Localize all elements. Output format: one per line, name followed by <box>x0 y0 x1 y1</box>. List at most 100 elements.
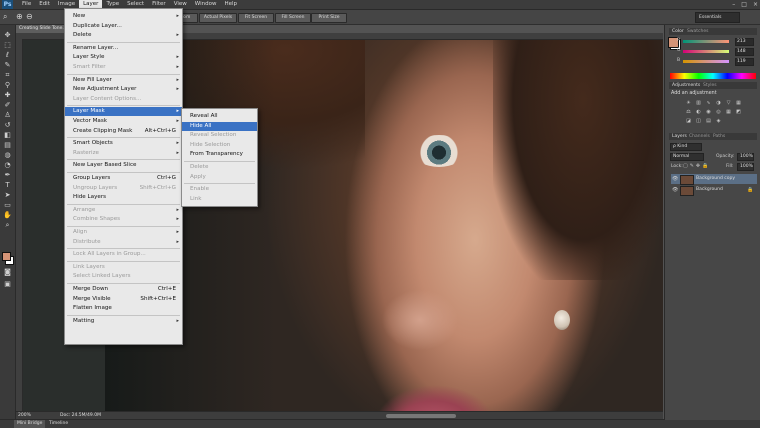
healing-tool-icon[interactable]: ✚ <box>3 91 12 99</box>
tab-styles[interactable]: Styles <box>701 82 719 89</box>
channel-value-r[interactable]: 213 <box>735 38 754 46</box>
menu-item-smart-filter: Smart Filter ▸ <box>65 63 182 72</box>
posterize-icon[interactable]: ◪ <box>685 118 692 124</box>
visibility-eye-icon[interactable]: 👁 <box>672 174 678 184</box>
menu-item-duplicate-layer[interactable]: Duplicate Layer... <box>65 22 182 31</box>
black-white-icon[interactable]: ◐ <box>695 109 702 115</box>
menu-item-smart-objects[interactable]: Smart Objects ▸ <box>65 139 182 148</box>
eyedropper-tool-icon[interactable]: ⚲ <box>3 81 12 89</box>
menu-item-rename-layer[interactable]: Rename Layer... <box>65 44 182 53</box>
visibility-eye-icon[interactable]: 👁 <box>672 185 678 195</box>
vibrance-icon[interactable]: ▽ <box>725 100 732 106</box>
menu-item-flatten-image[interactable]: Flatten Image <box>65 304 182 313</box>
tab-adjustments[interactable]: Adjustments <box>670 82 702 89</box>
menu-window[interactable]: Window <box>191 0 221 9</box>
dodge-tool-icon[interactable]: ◔ <box>3 161 12 169</box>
menu-item-group-layers[interactable]: Group Layers Ctrl+G <box>65 174 182 183</box>
opacity-field[interactable]: 100% <box>737 153 754 161</box>
menu-item-new-layer-based-slice[interactable]: New Layer Based Slice <box>65 161 182 170</box>
blend-mode-select[interactable]: Normal <box>670 153 704 161</box>
menu-item-hide-layers[interactable]: Hide Layers <box>65 193 182 202</box>
menu-item-layer-style[interactable]: Layer Style ▸ <box>65 53 182 62</box>
photo-filter-icon[interactable]: ◉ <box>705 109 712 115</box>
move-tool-icon[interactable]: ✥ <box>3 31 12 39</box>
zoom-out-icon[interactable]: ⊖ <box>26 12 33 21</box>
lasso-tool-icon[interactable]: ℓ <box>3 51 12 59</box>
maximize-icon[interactable]: □ <box>741 0 747 9</box>
levels-icon[interactable]: ▥ <box>695 100 702 106</box>
color-spectrum-bar[interactable] <box>670 73 756 79</box>
menu-edit[interactable]: Edit <box>35 0 54 9</box>
fit-screen-button[interactable]: Fit Screen <box>238 13 274 23</box>
menu-file[interactable]: File <box>18 0 35 9</box>
quick-mask-icon[interactable]: ◙ <box>3 268 12 276</box>
channel-value-g[interactable]: 148 <box>735 48 754 56</box>
toolbar-foreground-swatch[interactable] <box>2 252 11 261</box>
menu-item-new[interactable]: New ▸ <box>65 12 182 21</box>
layer-row-background[interactable]: 👁 Background 🔒 <box>671 185 757 196</box>
menu-item-merge-visible[interactable]: Merge Visible Shift+Ctrl+E <box>65 295 182 304</box>
workspace-select[interactable]: Essentials <box>695 12 740 23</box>
history-brush-tool-icon[interactable]: ↺ <box>3 121 12 129</box>
blur-tool-icon[interactable]: ◍ <box>3 151 12 159</box>
menu-item-new-fill-layer[interactable]: New Fill Layer ▸ <box>65 76 182 85</box>
hand-tool-icon[interactable]: ✋ <box>3 211 12 219</box>
crop-tool-icon[interactable]: ⌗ <box>3 71 12 79</box>
horizontal-scrollbar[interactable] <box>386 414 456 418</box>
tab-color[interactable]: Color <box>670 28 686 35</box>
hue-saturation-icon[interactable]: ▦ <box>735 100 742 106</box>
channel-value-b[interactable]: 119 <box>735 58 754 66</box>
menu-item-new-adjustment-layer[interactable]: New Adjustment Layer ▸ <box>65 85 182 94</box>
clone-stamp-tool-icon[interactable]: ♙ <box>3 111 12 119</box>
lock-icons[interactable]: ▢✎✥🔒 <box>683 163 710 169</box>
eraser-tool-icon[interactable]: ◧ <box>3 131 12 139</box>
tab-swatches[interactable]: Swatches <box>685 28 711 35</box>
menu-item-delete[interactable]: Delete ▸ <box>65 31 182 40</box>
tab-channels[interactable]: Channels <box>687 133 712 140</box>
gradient-map-icon[interactable]: ▤ <box>705 118 712 124</box>
selective-color-icon[interactable]: ◈ <box>715 118 722 124</box>
layer-filter-select[interactable]: ρ Kind <box>670 143 702 151</box>
brush-tool-icon[interactable]: ✐ <box>3 101 12 109</box>
threshold-icon[interactable]: ◫ <box>695 118 702 124</box>
menu-item-layer-mask[interactable]: Layer Mask ▸ <box>65 107 182 117</box>
channel-slider-r[interactable] <box>683 40 729 43</box>
channel-slider-b[interactable] <box>683 60 729 63</box>
marquee-tool-icon[interactable]: ⬚ <box>3 41 12 49</box>
channel-slider-g[interactable] <box>683 50 729 53</box>
color-lookup-icon[interactable]: ▦ <box>725 109 732 115</box>
zoom-in-icon[interactable]: ⊕ <box>16 12 23 21</box>
tab-paths[interactable]: Paths <box>711 133 727 140</box>
zoom-tool-icon[interactable]: ⌕ <box>3 221 12 229</box>
gradient-tool-icon[interactable]: ▤ <box>3 141 12 149</box>
actual-pixels-button[interactable]: Actual Pixels <box>199 13 237 23</box>
shape-tool-icon[interactable]: ▭ <box>3 201 12 209</box>
invert-icon[interactable]: ◩ <box>735 109 742 115</box>
curves-icon[interactable]: ∿ <box>705 100 712 106</box>
menu-item-merge-down[interactable]: Merge Down Ctrl+E <box>65 285 182 294</box>
document-tab[interactable]: Creating Slide Tone... <box>16 25 67 33</box>
close-icon[interactable]: × <box>753 0 758 9</box>
menu-help[interactable]: Help <box>220 0 241 9</box>
channel-mixer-icon[interactable]: ◎ <box>715 109 722 115</box>
pen-tool-icon[interactable]: ✒ <box>3 171 12 179</box>
type-tool-icon[interactable]: T <box>3 181 12 189</box>
screen-mode-icon[interactable]: ▣ <box>3 280 12 288</box>
menu-item-from-transparency[interactable]: From Transparency <box>182 150 257 159</box>
quick-select-tool-icon[interactable]: ✎ <box>3 61 12 69</box>
menu-item-vector-mask[interactable]: Vector Mask ▸ <box>65 117 182 126</box>
menu-item-reveal-all[interactable]: Reveal All <box>182 112 257 121</box>
menu-item-hide-all[interactable]: Hide All <box>182 121 257 131</box>
menu-item-matting[interactable]: Matting ▸ <box>65 317 182 326</box>
path-select-tool-icon[interactable]: ➤ <box>3 191 12 199</box>
print-size-button[interactable]: Print Size <box>311 13 347 23</box>
fill-field[interactable]: 100% <box>737 163 754 171</box>
minimize-icon[interactable]: – <box>732 0 735 9</box>
menu-item-create-clipping-mask[interactable]: Create Clipping Mask Alt+Ctrl+G <box>65 127 182 136</box>
zoom-tool-icon[interactable]: ⌕ <box>3 12 7 22</box>
exposure-icon[interactable]: ◑ <box>715 100 722 106</box>
color-balance-icon[interactable]: ⚖ <box>685 109 692 115</box>
fill-screen-button[interactable]: Fill Screen <box>275 13 311 23</box>
layer-row-background-copy[interactable]: 👁 Background copy <box>671 174 757 185</box>
brightness-icon[interactable]: ☀ <box>685 100 692 106</box>
